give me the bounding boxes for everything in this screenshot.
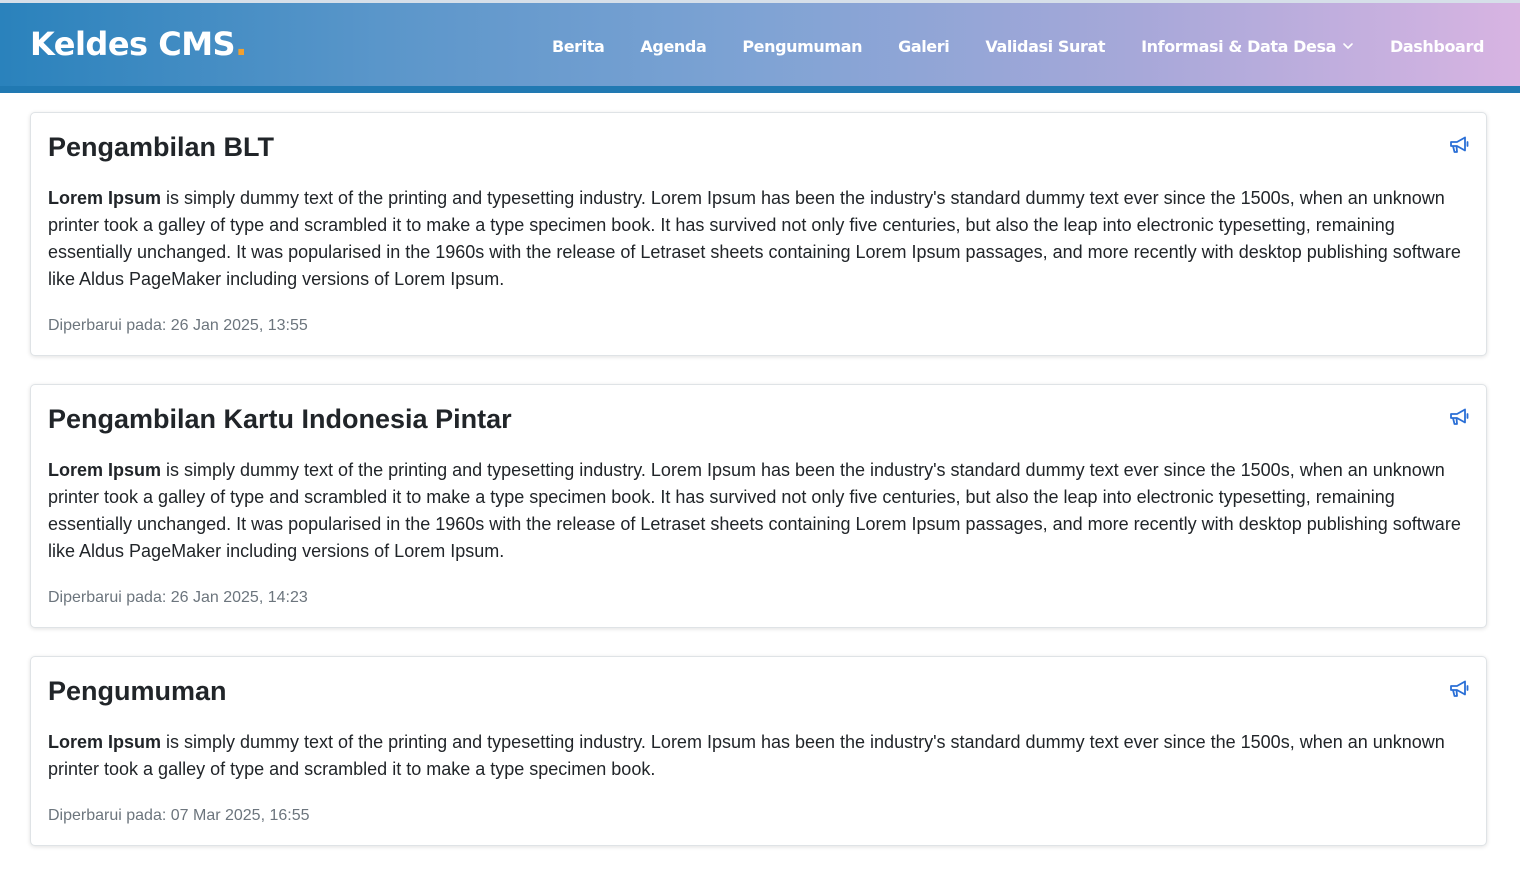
- updated-timestamp: Diperbarui pada: 26 Jan 2025, 14:23: [48, 589, 308, 606]
- nav-item-galeri[interactable]: Galeri: [898, 36, 950, 56]
- updated-timestamp: Diperbarui pada: 26 Jan 2025, 13:55: [48, 317, 308, 334]
- announcement-card[interactable]: Pengumuman Lorem Ipsum is simply dummy t…: [30, 656, 1487, 846]
- nav-item-informasi-data-desa[interactable]: Informasi & Data Desa: [1141, 37, 1354, 56]
- chevron-down-icon: [1343, 43, 1353, 49]
- nav-item-dashboard[interactable]: Dashboard: [1390, 37, 1484, 56]
- body-text: is simply dummy text of the printing and…: [48, 460, 1461, 561]
- logo-dot: .: [235, 25, 247, 63]
- announcement-title: Pengambilan BLT: [48, 132, 275, 162]
- nav-label: Dashboard: [1390, 36, 1484, 56]
- body-bold: Lorem Ipsum: [48, 460, 162, 480]
- megaphone-icon: [1450, 136, 1469, 153]
- body-text: is simply dummy text of the printing and…: [48, 732, 1445, 779]
- nav-item-agenda[interactable]: Agenda: [640, 37, 706, 56]
- nav-label: Informasi & Data Desa: [1141, 36, 1337, 56]
- announcement-body: Lorem Ipsum is simply dummy text of the …: [48, 185, 1468, 293]
- nav-item-pengumuman[interactable]: Pengumuman: [742, 37, 862, 56]
- body-text: is simply dummy text of the printing and…: [48, 188, 1461, 289]
- nav-label: Validasi Surat: [985, 36, 1106, 56]
- body-bold: Lorem Ipsum: [48, 188, 162, 208]
- updated-timestamp: Diperbarui pada: 07 Mar 2025, 16:55: [48, 807, 310, 824]
- main-nav: Berita Agenda Pengumuman Galeri Validasi…: [552, 3, 1484, 89]
- announcement-card[interactable]: Pengambilan Kartu Indonesia Pintar Lorem…: [30, 384, 1487, 628]
- nav-item-validasi-surat[interactable]: Validasi Surat: [985, 37, 1105, 56]
- header-accent-stripe: [0, 86, 1520, 93]
- nav-label: Berita: [551, 36, 605, 56]
- announcement-list: Pengambilan BLT Lorem Ipsum is simply du…: [30, 112, 1487, 874]
- nav-label: Pengumuman: [742, 36, 863, 56]
- megaphone-icon: [1450, 680, 1469, 697]
- nav-item-berita[interactable]: Berita: [551, 36, 605, 56]
- logo-text: Keldes CMS: [30, 25, 236, 63]
- body-bold: Lorem Ipsum: [48, 732, 162, 752]
- announcement-title: Pengambilan Kartu Indonesia Pintar: [48, 404, 512, 434]
- announcement-body: Lorem Ipsum is simply dummy text of the …: [48, 457, 1468, 565]
- announcement-body: Lorem Ipsum is simply dummy text of the …: [48, 729, 1468, 783]
- site-logo[interactable]: Keldes CMS.: [30, 25, 247, 63]
- site-header: Keldes CMS. Berita Agenda Pengumuman Gal…: [0, 0, 1520, 86]
- announcement-card[interactable]: Pengambilan BLT Lorem Ipsum is simply du…: [30, 112, 1487, 356]
- announcement-title: Pengumuman: [48, 676, 227, 706]
- nav-label: Galeri: [898, 36, 950, 56]
- megaphone-icon: [1450, 408, 1469, 425]
- nav-label: Agenda: [640, 36, 707, 56]
